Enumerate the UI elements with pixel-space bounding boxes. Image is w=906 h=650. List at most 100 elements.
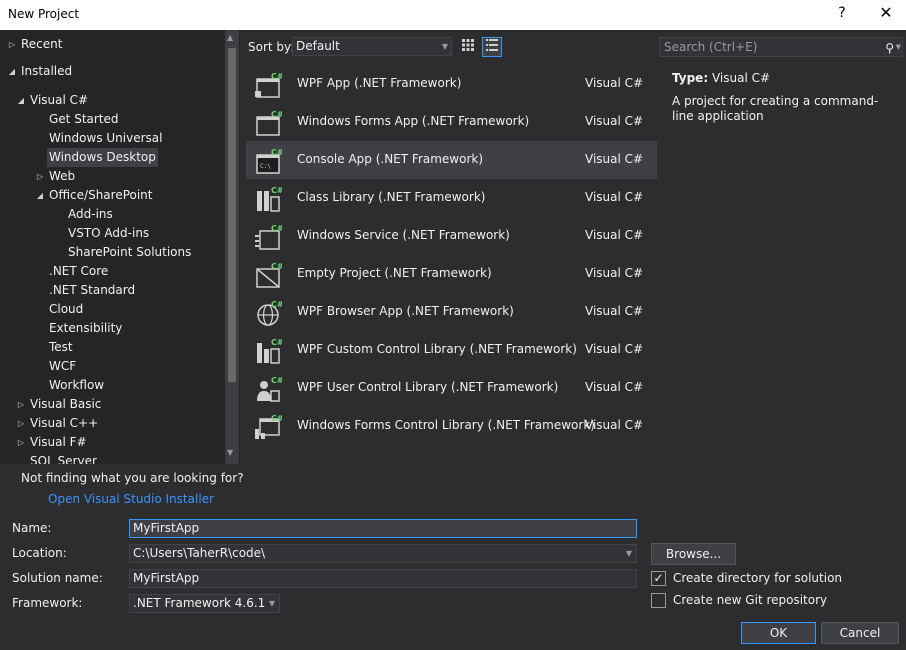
tree-item-label: .NET Core xyxy=(49,264,109,278)
template-row[interactable]: C# Windows Forms App (.NET Framework) Visu… xyxy=(246,103,657,141)
template-name: WPF App (.NET Framework) xyxy=(297,76,462,90)
windows-forms-control-library-icon: C# xyxy=(254,413,284,441)
expanded-triangle-icon[interactable]: ◢ xyxy=(16,91,26,110)
scroll-down-icon[interactable]: ▼ xyxy=(227,448,233,457)
tree-item-office-sharepoint[interactable]: ◢ Office/SharePoint xyxy=(37,186,153,205)
tree-item-sharepoint-solutions[interactable]: SharePoint Solutions xyxy=(68,243,191,262)
collapsed-triangle-icon[interactable]: ▷ xyxy=(16,395,26,414)
tree-item-label: Extensibility xyxy=(49,321,123,335)
location-dropdown[interactable]: C:\Users\TaherR\code\ ▼ xyxy=(129,544,637,563)
template-list: C# WPF App (.NET Framework) Visual C# C# Win… xyxy=(246,65,658,445)
tree-item-workflow[interactable]: Workflow xyxy=(49,376,104,395)
expanded-triangle-icon[interactable]: ◢ xyxy=(35,186,45,205)
tree-item-windows-universal[interactable]: Windows Universal xyxy=(49,129,162,148)
template-name: Windows Forms Control Library (.NET Fram… xyxy=(297,418,595,432)
tree-item-visual-c[interactable]: ◢ Visual C# xyxy=(18,91,88,110)
svg-text:C:\: C:\ xyxy=(260,163,271,170)
tree-item-net-standard[interactable]: .NET Standard xyxy=(49,281,135,300)
tree-item-net-core[interactable]: .NET Core xyxy=(49,262,108,281)
template-row[interactable]: C# Windows Service (.NET Framework) Visual… xyxy=(246,217,657,255)
grid-view-button[interactable] xyxy=(458,37,478,57)
tree-item-visual-c[interactable]: ▷ Visual C++ xyxy=(18,414,99,433)
tree-item-wcf[interactable]: WCF xyxy=(49,357,76,376)
tree-item-label: Visual C++ xyxy=(30,416,99,430)
empty-project-icon: C# xyxy=(254,261,284,289)
sort-by-dropdown[interactable]: Default ▼ xyxy=(292,37,452,56)
tree-item-label: Windows Desktop xyxy=(49,150,156,164)
tree-item-test[interactable]: Test xyxy=(49,338,73,357)
create-git-repo-checkbox[interactable] xyxy=(651,593,666,608)
template-name: Windows Forms App (.NET Framework) xyxy=(297,114,530,128)
cancel-button[interactable]: Cancel xyxy=(821,622,899,644)
tree-item-label: Workflow xyxy=(49,378,105,392)
window-title: New Project xyxy=(8,7,80,21)
template-row[interactable]: C# Class Library (.NET Framework) Visual C… xyxy=(246,179,657,217)
framework-value: .NET Framework 4.6.1 xyxy=(133,596,266,610)
template-row[interactable]: C# Empty Project (.NET Framework) Visual C… xyxy=(246,255,657,293)
template-name: WPF Custom Control Library (.NET Framewo… xyxy=(297,342,577,356)
svg-text:C#: C# xyxy=(271,338,282,347)
tree-item-windows-desktop[interactable]: Windows Desktop xyxy=(47,148,158,167)
expanded-triangle-icon[interactable]: ◢ xyxy=(7,62,17,81)
tree-item-installed[interactable]: ◢ Installed xyxy=(9,62,72,81)
solution-name-input[interactable]: MyFirstApp xyxy=(129,569,637,588)
tree-item-label: Web xyxy=(49,169,76,183)
tree-item-get-started[interactable]: Get Started xyxy=(49,110,119,129)
template-category-tree: ▷ Recent ◢ Installed ◢ Visual C# Get Started Wi… xyxy=(0,30,240,464)
wpf-custom-control-library-icon: C# xyxy=(254,337,284,365)
svg-text:C#: C# xyxy=(271,224,282,233)
template-row[interactable]: C# WPF User Control Library (.NET Framewo… xyxy=(246,369,657,407)
tree-item-extensibility[interactable]: Extensibility xyxy=(49,319,122,338)
tree-item-sql-server[interactable]: SQL Server xyxy=(30,452,97,464)
svg-text:C#: C# xyxy=(271,186,282,195)
search-icon[interactable]: ⚲ xyxy=(885,39,894,57)
class-library-icon: C# xyxy=(254,185,284,213)
template-row[interactable]: C# WPF App (.NET Framework) Visual C# xyxy=(246,65,657,103)
tree-item-label: SharePoint Solutions xyxy=(68,245,192,259)
help-button[interactable]: ? xyxy=(834,5,850,21)
sort-by-value: Default xyxy=(296,39,340,53)
template-row[interactable]: C:\C# Console App (.NET Framework) Visual … xyxy=(246,141,657,179)
template-type: Type: Visual C# xyxy=(672,71,770,85)
collapsed-triangle-icon[interactable]: ▷ xyxy=(35,167,45,186)
name-label: Name: xyxy=(12,521,52,535)
scroll-up-icon[interactable]: ▲ xyxy=(227,33,233,42)
tree-item-visual-basic[interactable]: ▷ Visual Basic xyxy=(18,395,102,414)
template-row[interactable]: C# WPF Custom Control Library (.NET Frame… xyxy=(246,331,657,369)
collapsed-triangle-icon[interactable]: ▷ xyxy=(7,35,17,54)
location-label: Location: xyxy=(12,546,67,560)
tree-item-vsto-add-ins[interactable]: VSTO Add-ins xyxy=(68,224,149,243)
create-directory-checkbox[interactable]: ✓ xyxy=(651,571,666,586)
close-button[interactable]: ✕ xyxy=(877,3,895,22)
framework-dropdown[interactable]: .NET Framework 4.6.1 ▼ xyxy=(129,594,280,613)
list-view-button[interactable] xyxy=(482,37,502,57)
tree-item-recent[interactable]: ▷ Recent xyxy=(9,35,63,54)
template-name: Console App (.NET Framework) xyxy=(297,152,484,166)
open-installer-link[interactable]: Open Visual Studio Installer xyxy=(48,492,214,506)
tree-scrollbar[interactable]: ▲ ▼ xyxy=(225,30,239,464)
list-view-icon xyxy=(486,39,498,51)
template-row[interactable]: C# WPF Browser App (.NET Framework) Visual… xyxy=(246,293,657,331)
ok-button[interactable]: OK xyxy=(741,622,816,644)
solution-name-value: MyFirstApp xyxy=(133,571,200,585)
collapsed-triangle-icon[interactable]: ▷ xyxy=(16,433,26,452)
location-value: C:\Users\TaherR\code\ xyxy=(133,546,266,560)
title-bar: New Project ? ✕ xyxy=(0,0,906,30)
tree-item-label: Add-ins xyxy=(68,207,113,221)
browse-button[interactable]: Browse... xyxy=(651,543,736,565)
collapsed-triangle-icon[interactable]: ▷ xyxy=(16,414,26,433)
project-name-input[interactable]: MyFirstApp xyxy=(129,519,637,538)
tree-item-add-ins[interactable]: Add-ins xyxy=(68,205,113,224)
tree-item-web[interactable]: ▷ Web xyxy=(37,167,76,186)
tree-item-cloud[interactable]: Cloud xyxy=(49,300,83,319)
project-name-value: MyFirstApp xyxy=(133,521,200,535)
tree-item-visual-f[interactable]: ▷ Visual F# xyxy=(18,433,87,452)
search-options-chevron-icon[interactable]: ▼ xyxy=(896,38,901,56)
svg-text:C#: C# xyxy=(271,110,282,119)
windows-service-icon: C# xyxy=(254,223,284,251)
chevron-down-icon: ▼ xyxy=(268,599,275,608)
scrollbar-thumb[interactable] xyxy=(228,48,236,382)
template-name: Class Library (.NET Framework) xyxy=(297,190,486,204)
template-row[interactable]: C# Windows Forms Control Library (.NET Fr… xyxy=(246,407,657,445)
search-templates-input[interactable]: Search (Ctrl+E) ⚲ ▼ xyxy=(659,37,903,57)
